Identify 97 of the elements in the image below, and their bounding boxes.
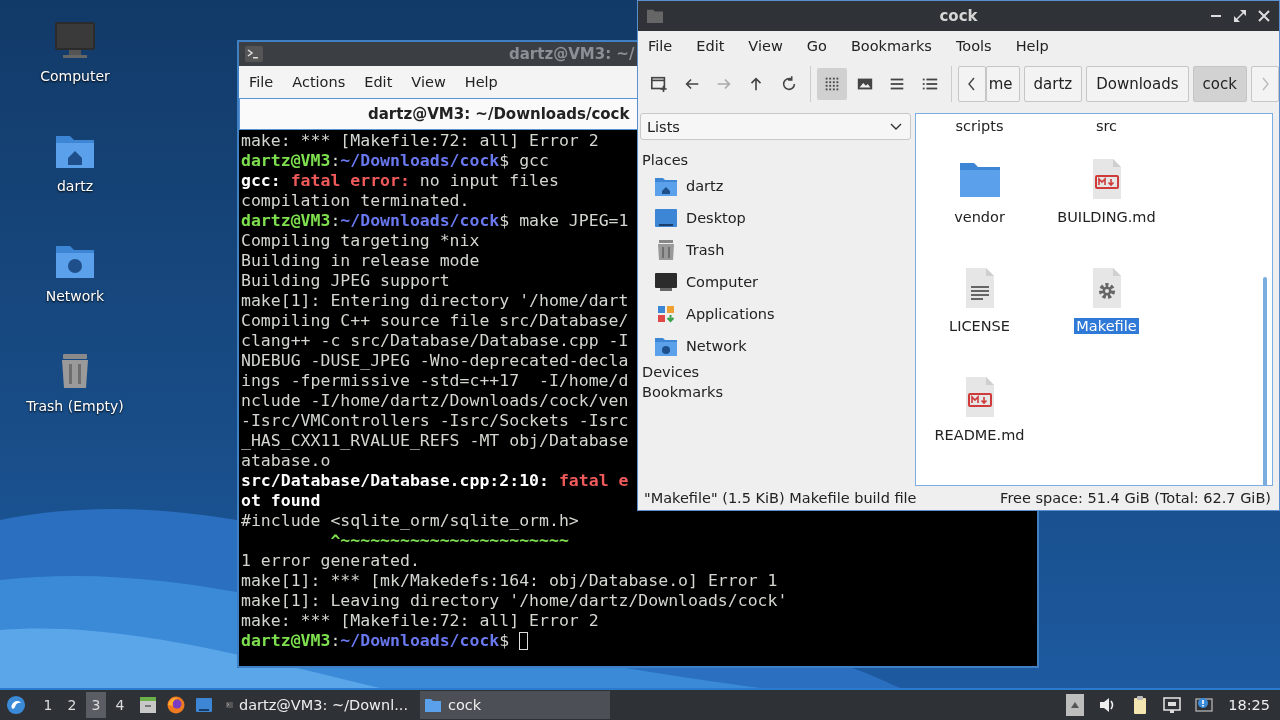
terminal-line: nclude -I/home/dartz/Downloads/cock/ven: [241, 391, 629, 411]
terminal-line: dartz@VM3:~/Downloads/cock$: [241, 631, 511, 651]
maximize-icon[interactable]: [1233, 9, 1247, 23]
menu-item[interactable]: Help: [1007, 34, 1057, 58]
breadcrumb[interactable]: cock: [1192, 66, 1247, 102]
window-title: dartz@VM3: ~/: [509, 45, 635, 63]
terminal-line: Building JPEG support: [241, 271, 450, 291]
desktop-icon[interactable]: [194, 695, 214, 715]
clock: 18:25: [1228, 697, 1270, 713]
task-button[interactable]: cock: [420, 691, 610, 719]
terminal-line: src/Database/Database.cpp:2:10: fatal e: [241, 471, 629, 491]
place-item[interactable]: Computer: [640, 266, 759, 298]
menu-item[interactable]: File: [241, 70, 282, 94]
file-name[interactable]: BUILDING.md: [1055, 209, 1158, 225]
close-icon[interactable]: [1257, 9, 1271, 23]
free-space-text: Free space: 51.4 GiB (Total: 62.7 GiB): [1000, 490, 1271, 506]
terminal-line: ^~~~~~~~~~~~~~~~~~~~~~~~: [329, 531, 569, 551]
desktop-icon-label[interactable]: Trash (Empty): [26, 398, 124, 414]
home-folder-icon: [654, 175, 678, 197]
terminal-line: #include <sqlite_orm/sqlite_orm.h>: [241, 511, 579, 531]
terminal-line: compilation terminated.: [241, 191, 470, 211]
terminal-line: NDEBUG -DUSE_JPEG -Wno-deprecated-decla: [241, 351, 629, 371]
file-name[interactable]: LICENSE: [947, 318, 1012, 334]
window-title: cock: [939, 7, 978, 25]
terminal-line: Compiling C++ source file src/Database/: [241, 311, 629, 331]
section-heading[interactable]: Places: [640, 150, 691, 170]
desktop-icon: [654, 207, 678, 229]
desktop-icon-label[interactable]: Network: [45, 288, 105, 304]
menu-item[interactable]: Help: [456, 70, 506, 94]
menu-item[interactable]: View: [740, 34, 791, 58]
breadcrumb[interactable]: me: [985, 66, 1020, 102]
status-text: "Makefile" (1.5 KiB) Makefile build file: [644, 490, 917, 506]
menu-item[interactable]: File: [640, 34, 681, 58]
place-item[interactable]: Applications: [640, 298, 775, 330]
chevron-right-icon: [1259, 76, 1270, 92]
file-name[interactable]: vendor: [952, 209, 1007, 225]
section-heading[interactable]: Devices: [640, 362, 702, 382]
icon-view-button[interactable]: [817, 68, 848, 100]
chevron-left-icon: [966, 76, 977, 92]
file-name[interactable]: README.md: [932, 427, 1027, 443]
folder-icon: [424, 697, 442, 713]
show-hidden-button[interactable]: [1066, 694, 1085, 716]
menu-item[interactable]: Actions: [284, 70, 354, 94]
place-item[interactable]: Trash: [640, 234, 725, 266]
caret-icon: [890, 122, 902, 131]
menu-item[interactable]: Edit: [688, 34, 733, 58]
workspace-button[interactable]: 1: [38, 692, 58, 718]
file-name[interactable]: Makefile: [1074, 318, 1139, 334]
terminal-line: make: *** [Makefile:72: all] Error 2: [241, 131, 599, 151]
task-button[interactable]: dartz@VM3: ~/Downl...: [222, 691, 412, 719]
terminal-icon: [245, 46, 263, 62]
terminal-line: ings -fpermissive -std=c++17 -I/home/d: [241, 371, 629, 391]
place-item[interactable]: dartz: [640, 170, 724, 202]
notification-icon[interactable]: [1194, 695, 1215, 715]
file-name[interactable]: scripts: [953, 118, 1006, 134]
network-folder-icon: [654, 335, 678, 357]
scrollbar-thumb[interactable]: [1263, 277, 1267, 485]
menu-item[interactable]: Edit: [356, 70, 401, 94]
workspace-button[interactable]: 3: [86, 692, 106, 718]
start-menu-icon[interactable]: [6, 695, 26, 715]
terminal-line: gcc: fatal error: no input files: [241, 171, 559, 191]
monitor-icon: [654, 271, 678, 293]
terminal-line: atabase.o: [241, 451, 331, 471]
terminal-line: Building in release mode: [241, 251, 480, 271]
browser-icon[interactable]: [166, 695, 186, 715]
section-heading[interactable]: Bookmarks: [640, 382, 725, 402]
workspace-button[interactable]: 4: [110, 692, 130, 718]
workspace-button[interactable]: 2: [62, 692, 82, 718]
terminal-line: make: *** [Makefile:72: all] Error 2: [241, 611, 599, 631]
new-tab-icon: [650, 75, 669, 93]
triangle-up-icon: [1070, 701, 1081, 709]
desktop-icon-label[interactable]: dartz: [56, 178, 94, 194]
menu-item[interactable]: Bookmarks: [842, 34, 940, 58]
terminal-line: dartz@VM3:~/Downloads/cock$ gcc: [241, 151, 549, 171]
side-pane-dropdown[interactable]: Lists: [640, 113, 911, 140]
terminal-line: make[1]: Leaving directory '/home/dartz/Downloads/cock': [241, 591, 788, 611]
terminal-line: dartz@VM3:~/Downloads/cock$ make JPEG=1: [241, 211, 629, 231]
terminal-line: Compiling targeting *nix: [241, 231, 480, 251]
breadcrumb[interactable]: dartz: [1023, 66, 1083, 102]
terminal-line: clang++ -c src/Database/Database.cpp -I: [241, 331, 629, 351]
menu-item[interactable]: Go: [798, 34, 835, 58]
place-item[interactable]: Network: [640, 330, 747, 362]
desktop-icon-label[interactable]: Computer: [40, 68, 110, 84]
file-name[interactable]: src: [1093, 118, 1120, 134]
breadcrumb[interactable]: Downloads: [1086, 66, 1189, 102]
menu-item[interactable]: Tools: [947, 34, 1000, 58]
terminal-line: ot found: [241, 491, 321, 511]
network-icon[interactable]: [1162, 695, 1183, 715]
folder-icon: [646, 8, 664, 24]
terminal-line: _HAS_CXX11_RVALUE_REFS -MT obj/Database: [241, 431, 629, 451]
menu-item[interactable]: View: [403, 70, 454, 94]
terminal-line: -Isrc/VMControllers -Isrc/Sockets -Isrc: [241, 411, 629, 431]
terminal-line: make[1]: Entering directory '/home/dart: [241, 291, 629, 311]
place-item[interactable]: Desktop: [640, 202, 746, 234]
terminal-line: make[1]: *** [mk/Makedefs:164: obj/Database.o] Error 1: [241, 571, 778, 591]
file-cabinet-icon[interactable]: [138, 695, 158, 715]
terminal-line: 1 error generated.: [241, 551, 420, 571]
